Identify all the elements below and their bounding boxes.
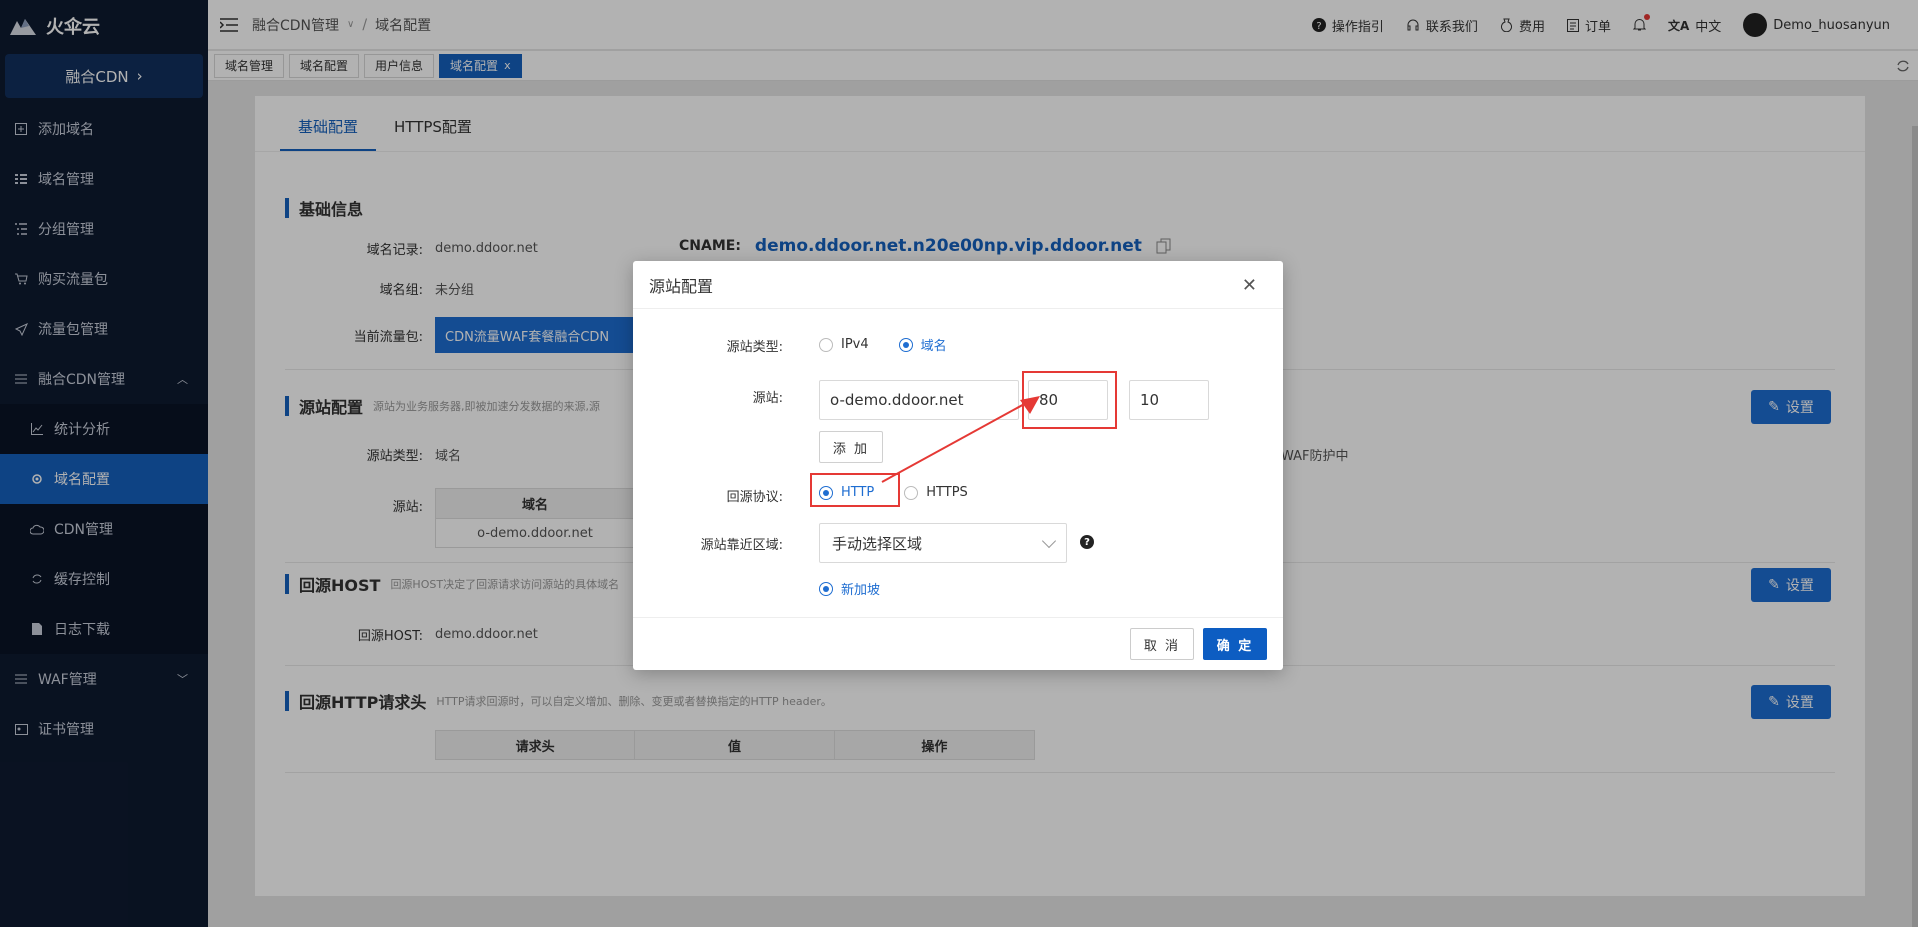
radio-label: HTTPS <box>926 485 968 500</box>
field-label: 回源协议: <box>726 490 783 505</box>
radio-singapore[interactable]: 新加坡 <box>819 579 880 598</box>
radio-domain[interactable]: 域名 <box>898 335 947 354</box>
select-value: 手动选择区域 <box>832 534 923 553</box>
help-circle-icon[interactable]: ? <box>1080 535 1094 549</box>
radio-https[interactable]: HTTPS <box>904 485 968 500</box>
modal-title: 源站配置 <box>649 276 714 296</box>
add-origin-button[interactable]: 添 加 <box>819 431 883 463</box>
modal-header: 源站配置 ✕ <box>633 261 1283 309</box>
radio-label: 域名 <box>920 339 947 354</box>
region-choice: 新加坡 <box>819 579 910 598</box>
modal-footer-divider <box>633 617 1283 618</box>
radio-ipv4[interactable]: IPv4 <box>819 337 869 352</box>
radio-label: IPv4 <box>841 337 869 352</box>
field-label: 源站: <box>752 391 783 406</box>
close-icon[interactable]: ✕ <box>1242 275 1257 296</box>
field-label: 源站靠近区域: <box>700 538 783 553</box>
radio-label: 新加坡 <box>841 583 881 598</box>
region-select[interactable]: 手动选择区域 <box>819 523 1067 563</box>
field-label: 源站类型: <box>726 340 783 355</box>
chevron-down-icon <box>1041 533 1057 549</box>
origin-config-modal: 源站配置 ✕ 源站类型: IPv4 域名 源站: o-demo.ddoor.ne… <box>633 261 1283 670</box>
origin-weight-input[interactable]: 10 <box>1129 380 1209 420</box>
origin-type-radios: IPv4 域名 <box>819 335 977 354</box>
cancel-button[interactable]: 取 消 <box>1130 628 1194 660</box>
confirm-button[interactable]: 确 定 <box>1203 628 1267 660</box>
arrow-annotation <box>881 396 1040 483</box>
app-root: 火伞云 融合CDN › 添加域名 域名管理 分组管理 购买流量包 流量包管理 融… <box>0 0 1918 927</box>
